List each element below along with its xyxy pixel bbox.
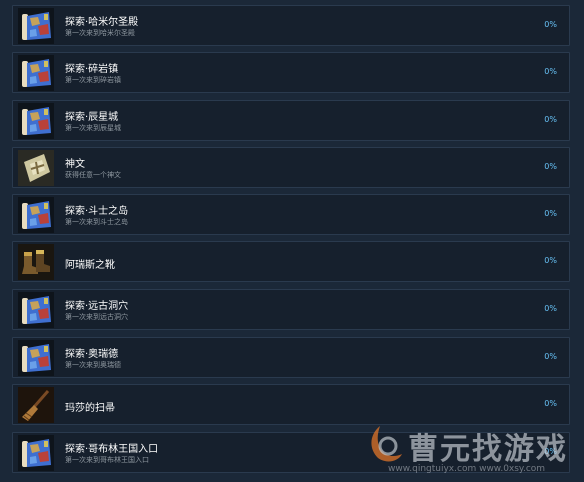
map-scroll-icon bbox=[18, 340, 54, 376]
watermark-name: 曹元找游戏 bbox=[408, 432, 568, 467]
achievement-description: 第一次来到奥瑞德 bbox=[65, 361, 121, 369]
rune-tablet-icon bbox=[18, 150, 54, 186]
achievement-title: 探索·斗士之岛 bbox=[65, 206, 129, 217]
achievement-title: 探索·哈米尔圣殿 bbox=[65, 17, 139, 28]
achievement-row[interactable]: 探索·远古洞穴 第一次来到远古洞穴 0% bbox=[12, 289, 570, 330]
achievement-percent: 0% bbox=[544, 115, 557, 124]
achievement-row[interactable]: 探索·辰星城 第一次来到辰星城 0% bbox=[12, 100, 570, 141]
map-scroll-icon bbox=[18, 292, 54, 328]
achievement-percent: 0% bbox=[544, 162, 557, 171]
broom-icon bbox=[18, 387, 54, 423]
watermark: 曹元找游戏 www.qingtuiyx.com www.0xsy.com bbox=[362, 420, 584, 482]
achievement-title: 探索·奥瑞德 bbox=[65, 349, 119, 360]
boots-icon bbox=[18, 244, 54, 280]
achievement-title: 玛莎的扫帚 bbox=[65, 403, 115, 414]
achievement-title: 神文 bbox=[65, 159, 85, 170]
achievement-row[interactable]: 阿瑞斯之靴 0% bbox=[12, 241, 570, 282]
achievement-percent: 0% bbox=[544, 256, 557, 265]
map-scroll-icon bbox=[18, 197, 54, 233]
achievement-percent: 0% bbox=[544, 352, 557, 361]
achievement-description: 第一次来到哈米尔圣殿 bbox=[65, 29, 135, 37]
achievement-row[interactable]: 探索·碎岩镇 第一次来到碎岩镇 0% bbox=[12, 52, 570, 93]
achievements-page: 探索·哈米尔圣殿 第一次来到哈米尔圣殿 0% 探索·碎岩镇 第一次来到碎岩镇 0% 探索·辰… bbox=[0, 0, 584, 482]
achievement-percent: 0% bbox=[544, 399, 557, 408]
achievement-row[interactable]: 探索·斗士之岛 第一次来到斗士之岛 0% bbox=[12, 194, 570, 235]
achievement-row[interactable]: 神文 获得任意一个神文 0% bbox=[12, 147, 570, 188]
achievement-percent: 0% bbox=[544, 67, 557, 76]
achievement-title: 探索·远古洞穴 bbox=[65, 301, 129, 312]
achievement-row[interactable]: 探索·奥瑞德 第一次来到奥瑞德 0% bbox=[12, 337, 570, 378]
achievement-row[interactable]: 玛莎的扫帚 0% bbox=[12, 384, 570, 425]
achievement-description: 第一次来到远古洞穴 bbox=[65, 313, 128, 321]
achievement-title: 探索·辰星城 bbox=[65, 112, 119, 123]
achievement-description: 第一次来到碎岩镇 bbox=[65, 76, 121, 84]
achievement-row[interactable]: 探索·哈米尔圣殿 第一次来到哈米尔圣殿 0% bbox=[12, 5, 570, 46]
achievement-percent: 0% bbox=[544, 209, 557, 218]
achievement-title: 探索·哥布林王国入口 bbox=[65, 444, 159, 455]
achievement-description: 第一次来到斗士之岛 bbox=[65, 218, 128, 226]
achievement-description: 第一次来到辰星城 bbox=[65, 124, 121, 132]
watermark-url: www.qingtuiyx.com www.0xsy.com bbox=[388, 464, 546, 474]
achievement-title: 探索·碎岩镇 bbox=[65, 64, 119, 75]
achievement-title: 阿瑞斯之靴 bbox=[65, 260, 115, 271]
map-scroll-icon bbox=[18, 55, 54, 91]
map-scroll-icon bbox=[18, 435, 54, 471]
watermark-logo-icon bbox=[371, 426, 402, 462]
map-scroll-icon bbox=[18, 8, 54, 44]
achievement-description: 获得任意一个神文 bbox=[65, 171, 121, 179]
achievement-percent: 0% bbox=[544, 20, 557, 29]
achievement-description: 第一次来到哥布林王国入口 bbox=[65, 456, 149, 464]
achievement-percent: 0% bbox=[544, 304, 557, 313]
map-scroll-icon bbox=[18, 103, 54, 139]
